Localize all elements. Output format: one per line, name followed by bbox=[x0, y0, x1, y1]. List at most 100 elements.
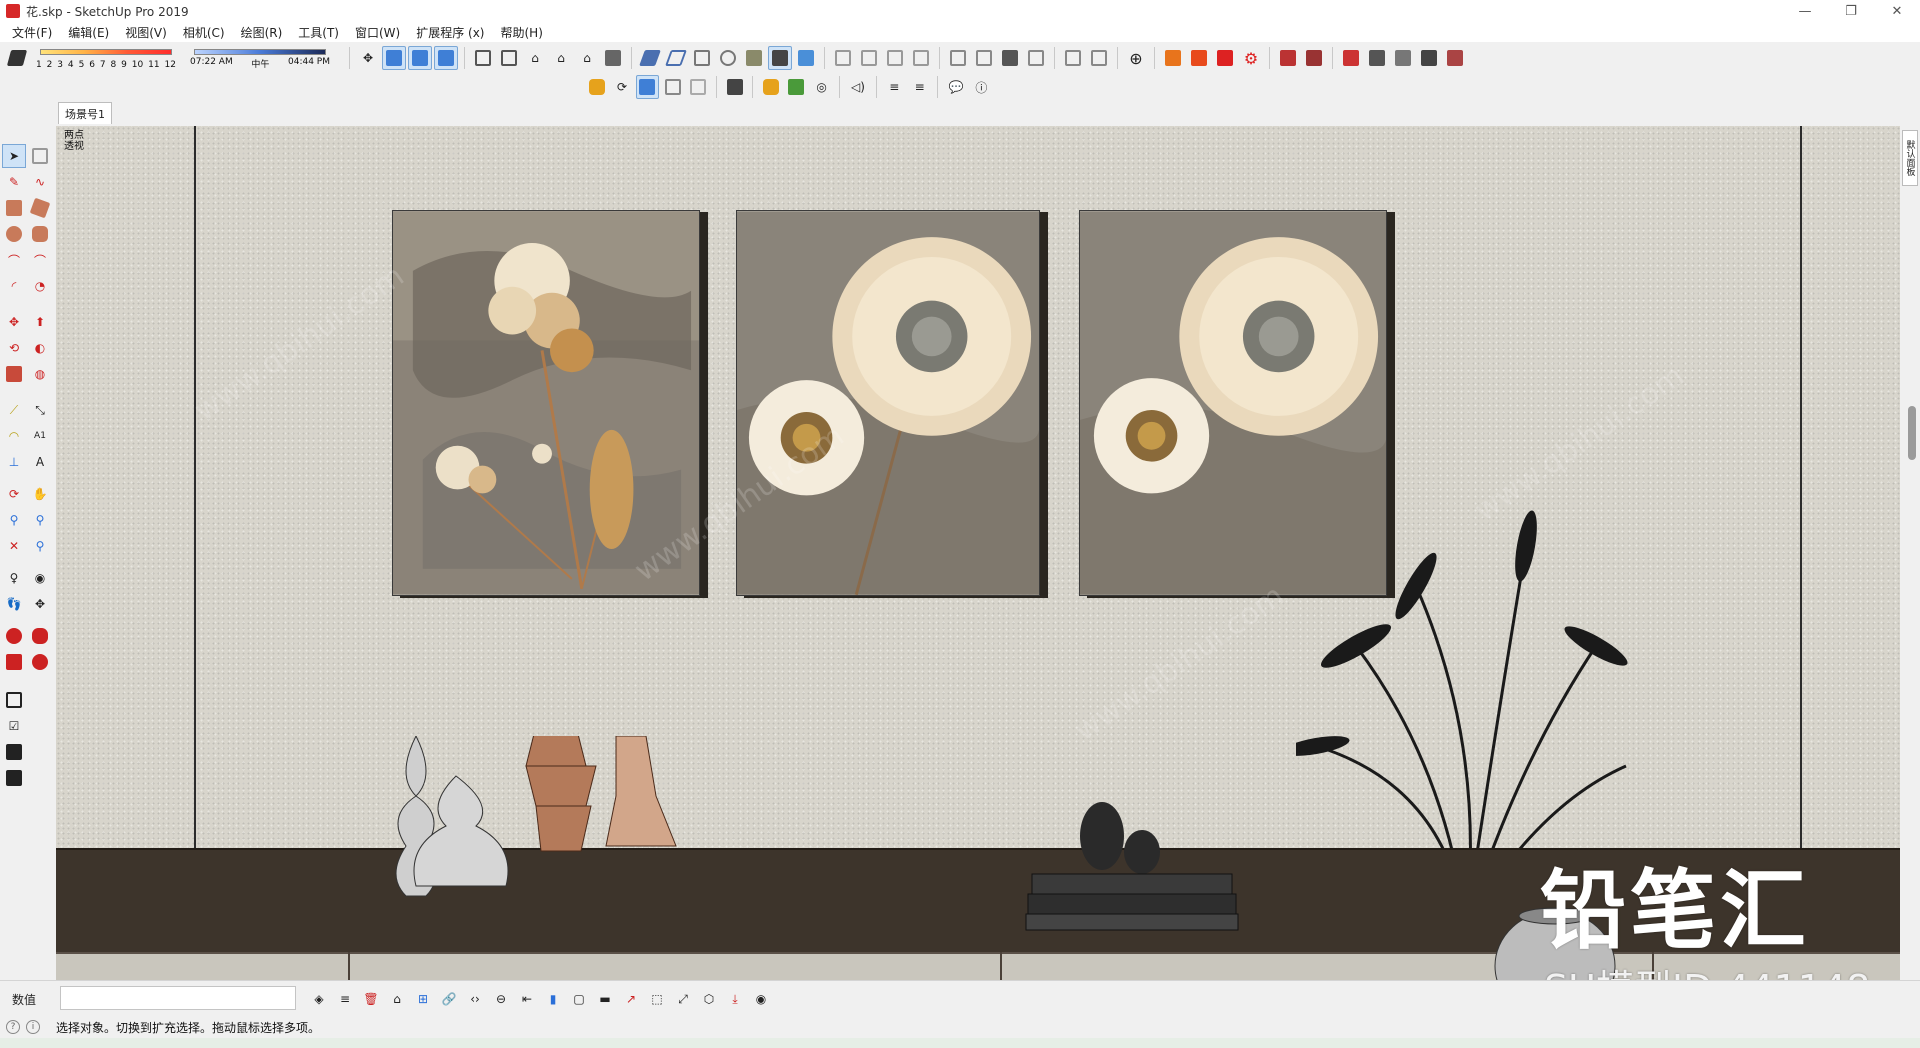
walk-tool-button[interactable]: 👣 bbox=[2, 592, 26, 616]
plugin-button-5[interactable] bbox=[1391, 46, 1415, 70]
bottom-tool-10[interactable]: ▮ bbox=[541, 987, 565, 1011]
menu-tools[interactable]: 工具(T) bbox=[290, 24, 347, 41]
environment-button[interactable] bbox=[2, 740, 26, 764]
push-pull-tool-button[interactable]: ⬆ bbox=[28, 310, 52, 334]
bottom-tool-14[interactable]: ⬚ bbox=[645, 987, 669, 1011]
orbit-button[interactable]: ✥ bbox=[356, 46, 380, 70]
grid-button-4[interactable] bbox=[909, 46, 933, 70]
checkbox-tool-button[interactable]: ☑ bbox=[2, 714, 26, 738]
photo-button[interactable] bbox=[687, 75, 710, 99]
grid-button-3[interactable] bbox=[883, 46, 907, 70]
bottom-tool-5[interactable]: ⊞ bbox=[411, 987, 435, 1011]
panel-button-6[interactable] bbox=[1087, 46, 1111, 70]
zoom-window-button[interactable]: ⚲ bbox=[28, 508, 52, 532]
rotate-tool-button[interactable]: ⟲ bbox=[2, 336, 26, 360]
extension-manager-button[interactable]: ⚙ bbox=[1239, 46, 1263, 70]
3d-text-tool-button[interactable]: A bbox=[28, 450, 52, 474]
time-slider[interactable]: 07:22 AM 中午 04:44 PM bbox=[190, 46, 330, 70]
bottom-tool-7[interactable]: ‹› bbox=[463, 987, 487, 1011]
follow-me-tool-button[interactable]: ◐ bbox=[28, 336, 52, 360]
select-tool-button[interactable]: ➤ bbox=[2, 144, 26, 168]
iso-view-button[interactable] bbox=[382, 46, 406, 70]
panel-button-3[interactable] bbox=[998, 46, 1022, 70]
menu-file[interactable]: 文件(F) bbox=[4, 24, 60, 41]
front-view-button[interactable] bbox=[434, 46, 458, 70]
plugin-button-1[interactable] bbox=[1276, 46, 1300, 70]
plugin-button-2[interactable] bbox=[1302, 46, 1326, 70]
info-button[interactable]: ⓘ bbox=[970, 75, 993, 99]
tape-measure-button[interactable]: ⟋ bbox=[2, 398, 26, 422]
credits-status-icon[interactable]: i bbox=[26, 1020, 40, 1034]
text-tool-button[interactable]: A1 bbox=[28, 424, 52, 448]
bottom-tool-6[interactable]: 🔗 bbox=[437, 987, 461, 1011]
menu-edit[interactable]: 编辑(E) bbox=[60, 24, 117, 41]
back-edges-style-button[interactable] bbox=[497, 46, 521, 70]
menu-view[interactable]: 视图(V) bbox=[117, 24, 175, 41]
geo-status-icon[interactable]: ? bbox=[6, 1020, 20, 1034]
warehouse-button[interactable] bbox=[1161, 46, 1185, 70]
axes-tool-button[interactable]: ⊥ bbox=[2, 450, 26, 474]
panel-button-2[interactable] bbox=[972, 46, 996, 70]
sandbox-button-2[interactable] bbox=[28, 624, 52, 648]
grid-button-1[interactable] bbox=[831, 46, 855, 70]
chat-button[interactable]: 💬 bbox=[944, 75, 967, 99]
panel-button-1[interactable] bbox=[946, 46, 970, 70]
panel-button-4[interactable] bbox=[1024, 46, 1048, 70]
previous-view-button[interactable]: ⚲ bbox=[28, 534, 52, 558]
target-button[interactable]: ◎ bbox=[810, 75, 833, 99]
hidden-line-style-button[interactable]: ⌂ bbox=[549, 46, 573, 70]
dimension-tool-button[interactable]: ⤡ bbox=[28, 398, 52, 422]
tree-button[interactable] bbox=[785, 75, 808, 99]
plugin-button-6[interactable] bbox=[1417, 46, 1441, 70]
outliner-button[interactable] bbox=[2, 688, 26, 712]
vertical-scrollbar[interactable] bbox=[1908, 406, 1916, 460]
stack-button[interactable] bbox=[723, 75, 746, 99]
bottom-tool-2[interactable]: ≡ bbox=[333, 987, 357, 1011]
grid-button-2[interactable] bbox=[857, 46, 881, 70]
month-slider[interactable]: 1 2 3 4 5 6 7 8 9 10 11 12 bbox=[36, 46, 176, 70]
bottom-tool-15[interactable]: ⤢ bbox=[671, 987, 695, 1011]
shadows-toggle-button[interactable] bbox=[5, 46, 29, 70]
top-view-button[interactable] bbox=[408, 46, 432, 70]
measurements-input[interactable] bbox=[60, 986, 296, 1010]
shaded-style-button[interactable]: ⌂ bbox=[575, 46, 599, 70]
sandbox-button-1[interactable] bbox=[2, 624, 26, 648]
menu-camera[interactable]: 相机(C) bbox=[175, 24, 233, 41]
sound-button[interactable]: ◁) bbox=[846, 75, 869, 99]
plugin-button-3[interactable] bbox=[1339, 46, 1363, 70]
three-point-arc-button[interactable]: ◜ bbox=[2, 274, 26, 298]
position-camera-button[interactable]: ♀ bbox=[2, 566, 26, 590]
menu-help[interactable]: 帮助(H) bbox=[492, 24, 550, 41]
rotated-rect-tool-button[interactable] bbox=[28, 196, 52, 220]
minimize-button[interactable]: — bbox=[1782, 0, 1828, 22]
camera-button[interactable] bbox=[635, 75, 660, 99]
line-tool-button[interactable]: ✎ bbox=[2, 170, 26, 194]
bottom-tool-1[interactable]: ◈ bbox=[307, 987, 331, 1011]
texture-button[interactable] bbox=[742, 46, 766, 70]
two-point-arc-button[interactable]: ⌒ bbox=[28, 248, 52, 272]
rectangle-tool-button[interactable] bbox=[2, 196, 26, 220]
arc-tool-button[interactable]: ⌒ bbox=[2, 248, 26, 272]
geo-location-button[interactable]: ⊕ bbox=[1124, 46, 1148, 70]
move-tool-button[interactable]: ✥ bbox=[2, 310, 26, 334]
painting-middle[interactable] bbox=[736, 210, 1040, 596]
solid-tool-button[interactable] bbox=[690, 46, 714, 70]
bottom-tool-18[interactable]: ◉ bbox=[749, 987, 773, 1011]
bottom-tool-17[interactable]: ⤓ bbox=[723, 987, 747, 1011]
layer-button[interactable] bbox=[768, 46, 792, 70]
textured-style-button[interactable] bbox=[601, 46, 625, 70]
bottom-tool-8[interactable]: ⊖ bbox=[489, 987, 513, 1011]
menu-window[interactable]: 窗口(W) bbox=[347, 24, 408, 41]
zoom-extents-button[interactable]: ✕ bbox=[2, 534, 26, 558]
outer-shell-button[interactable] bbox=[716, 46, 740, 70]
model-button[interactable] bbox=[2, 766, 26, 790]
shield-button[interactable] bbox=[585, 75, 608, 99]
settings-button-2[interactable]: ≡ bbox=[908, 75, 931, 99]
xray-style-button[interactable] bbox=[471, 46, 495, 70]
projector-button[interactable] bbox=[661, 75, 684, 99]
scale-tool-button[interactable] bbox=[2, 362, 26, 386]
shield-plus-button[interactable] bbox=[759, 75, 782, 99]
refresh-button[interactable]: ⟳ bbox=[610, 75, 633, 99]
bottom-tool-11[interactable]: ▢ bbox=[567, 987, 591, 1011]
panel-button-5[interactable] bbox=[1061, 46, 1085, 70]
